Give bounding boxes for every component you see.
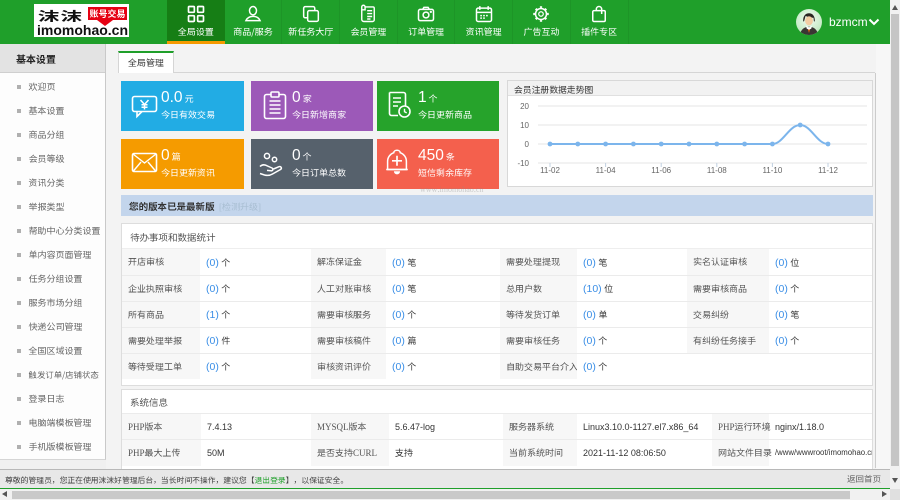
svg-text:11-08: 11-08 bbox=[707, 166, 727, 175]
svg-text:11-02: 11-02 bbox=[540, 166, 560, 175]
svg-text:11-06: 11-06 bbox=[651, 166, 671, 175]
svg-text:11-10: 11-10 bbox=[762, 166, 782, 175]
svg-text:0: 0 bbox=[525, 140, 530, 149]
svg-text:11-12: 11-12 bbox=[818, 166, 838, 175]
svg-text:20: 20 bbox=[520, 102, 529, 111]
svg-text:10: 10 bbox=[520, 121, 529, 130]
svg-text:11-04: 11-04 bbox=[596, 166, 616, 175]
svg-text:-10: -10 bbox=[517, 159, 529, 168]
